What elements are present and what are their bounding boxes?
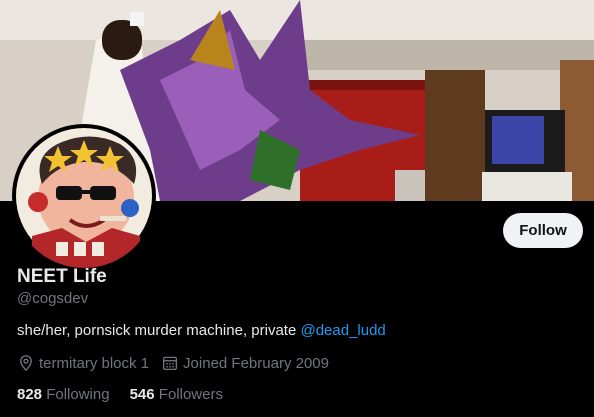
profile-bio: she/her, pornsick murder machine, privat…	[17, 322, 386, 339]
location-pin-icon	[20, 355, 32, 372]
joined-item: Joined February 2009	[161, 354, 329, 372]
follow-stats: 828 Following 546 Followers	[17, 386, 223, 403]
display-name: NEET Life	[17, 266, 107, 287]
followers-link[interactable]: 546 Followers	[130, 386, 223, 403]
following-count: 828	[17, 386, 43, 403]
followers-count: 546	[129, 386, 155, 403]
profile-avatar[interactable]	[12, 124, 156, 268]
calendar-icon	[162, 356, 178, 371]
bio-text: she/her, pornsick murder machine, privat…	[17, 322, 301, 339]
profile-meta: termitary block 1 Joined February 2009	[17, 354, 329, 372]
joined-text: Joined February 2009	[183, 354, 329, 372]
location-item: termitary block 1	[17, 354, 149, 372]
following-label: Following	[46, 386, 110, 403]
user-handle: @cogsdev	[17, 290, 89, 307]
location-text: termitary block 1	[39, 354, 150, 372]
followers-label: Followers	[158, 386, 223, 403]
following-link[interactable]: 828 Following	[17, 386, 110, 403]
follow-button[interactable]: Follow	[503, 213, 583, 248]
avatar-illustration	[16, 128, 152, 268]
bio-mention-link[interactable]: @dead_ludd	[300, 322, 385, 339]
